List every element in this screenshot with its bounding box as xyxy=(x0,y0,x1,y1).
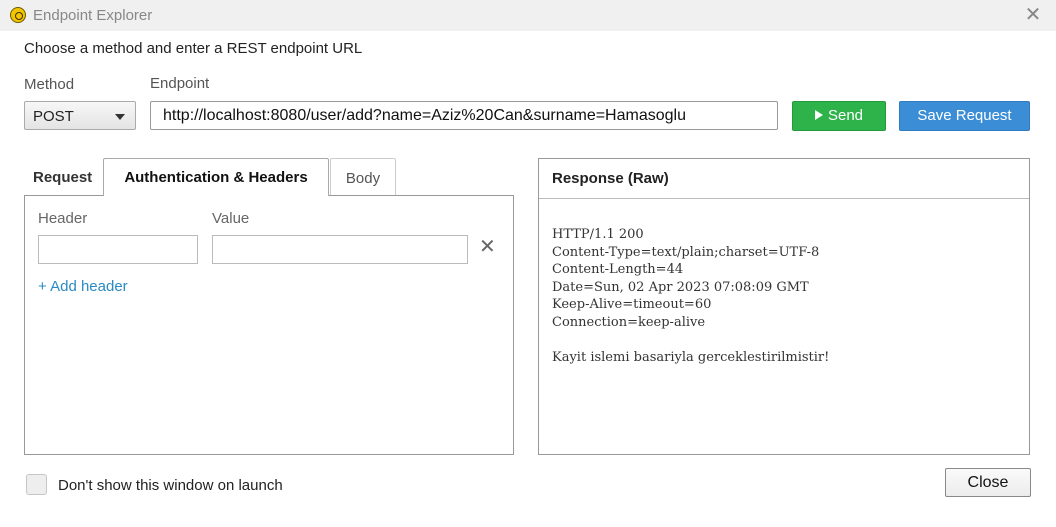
method-select[interactable]: POST xyxy=(24,101,136,130)
target-icon xyxy=(10,7,26,23)
request-panel: Header Value ✕ + Add header xyxy=(24,195,514,455)
response-body: HTTP/1.1 200 Content-Type=text/plain;cha… xyxy=(552,227,830,365)
chevron-down-icon xyxy=(115,114,125,120)
tab-body[interactable]: Body xyxy=(330,158,396,195)
remove-header-icon[interactable]: ✕ xyxy=(479,236,496,258)
tab-authentication-headers[interactable]: Authentication & Headers xyxy=(103,158,329,196)
window-title: Endpoint Explorer xyxy=(33,7,153,24)
response-panel: Response (Raw) HTTP/1.1 200 Content-Type… xyxy=(538,158,1030,455)
send-label: Send xyxy=(827,107,864,124)
title-bar: Endpoint Explorer ✕ xyxy=(0,0,1056,31)
send-button[interactable]: Send xyxy=(792,101,886,131)
save-request-button[interactable]: Save Request xyxy=(899,101,1030,131)
instruction-text: Choose a method and enter a REST endpoin… xyxy=(24,40,363,57)
endpoint-input[interactable] xyxy=(150,101,778,130)
add-header-link[interactable]: + Add header xyxy=(38,278,128,295)
value-column-label: Value xyxy=(212,210,250,227)
close-button[interactable]: Close xyxy=(945,468,1031,497)
header-column-label: Header xyxy=(38,210,88,227)
play-icon xyxy=(814,110,823,120)
header-value-input[interactable] xyxy=(212,235,468,264)
endpoint-label: Endpoint xyxy=(150,75,210,92)
close-icon[interactable]: ✕ xyxy=(1022,4,1044,26)
method-label: Method xyxy=(24,76,75,93)
method-value: POST xyxy=(33,108,74,125)
request-section-label: Request xyxy=(33,169,93,186)
response-title: Response (Raw) xyxy=(539,159,1029,199)
header-name-input[interactable] xyxy=(38,235,198,264)
dont-show-label: Don't show this window on launch xyxy=(58,477,283,494)
dont-show-checkbox[interactable] xyxy=(26,474,47,495)
